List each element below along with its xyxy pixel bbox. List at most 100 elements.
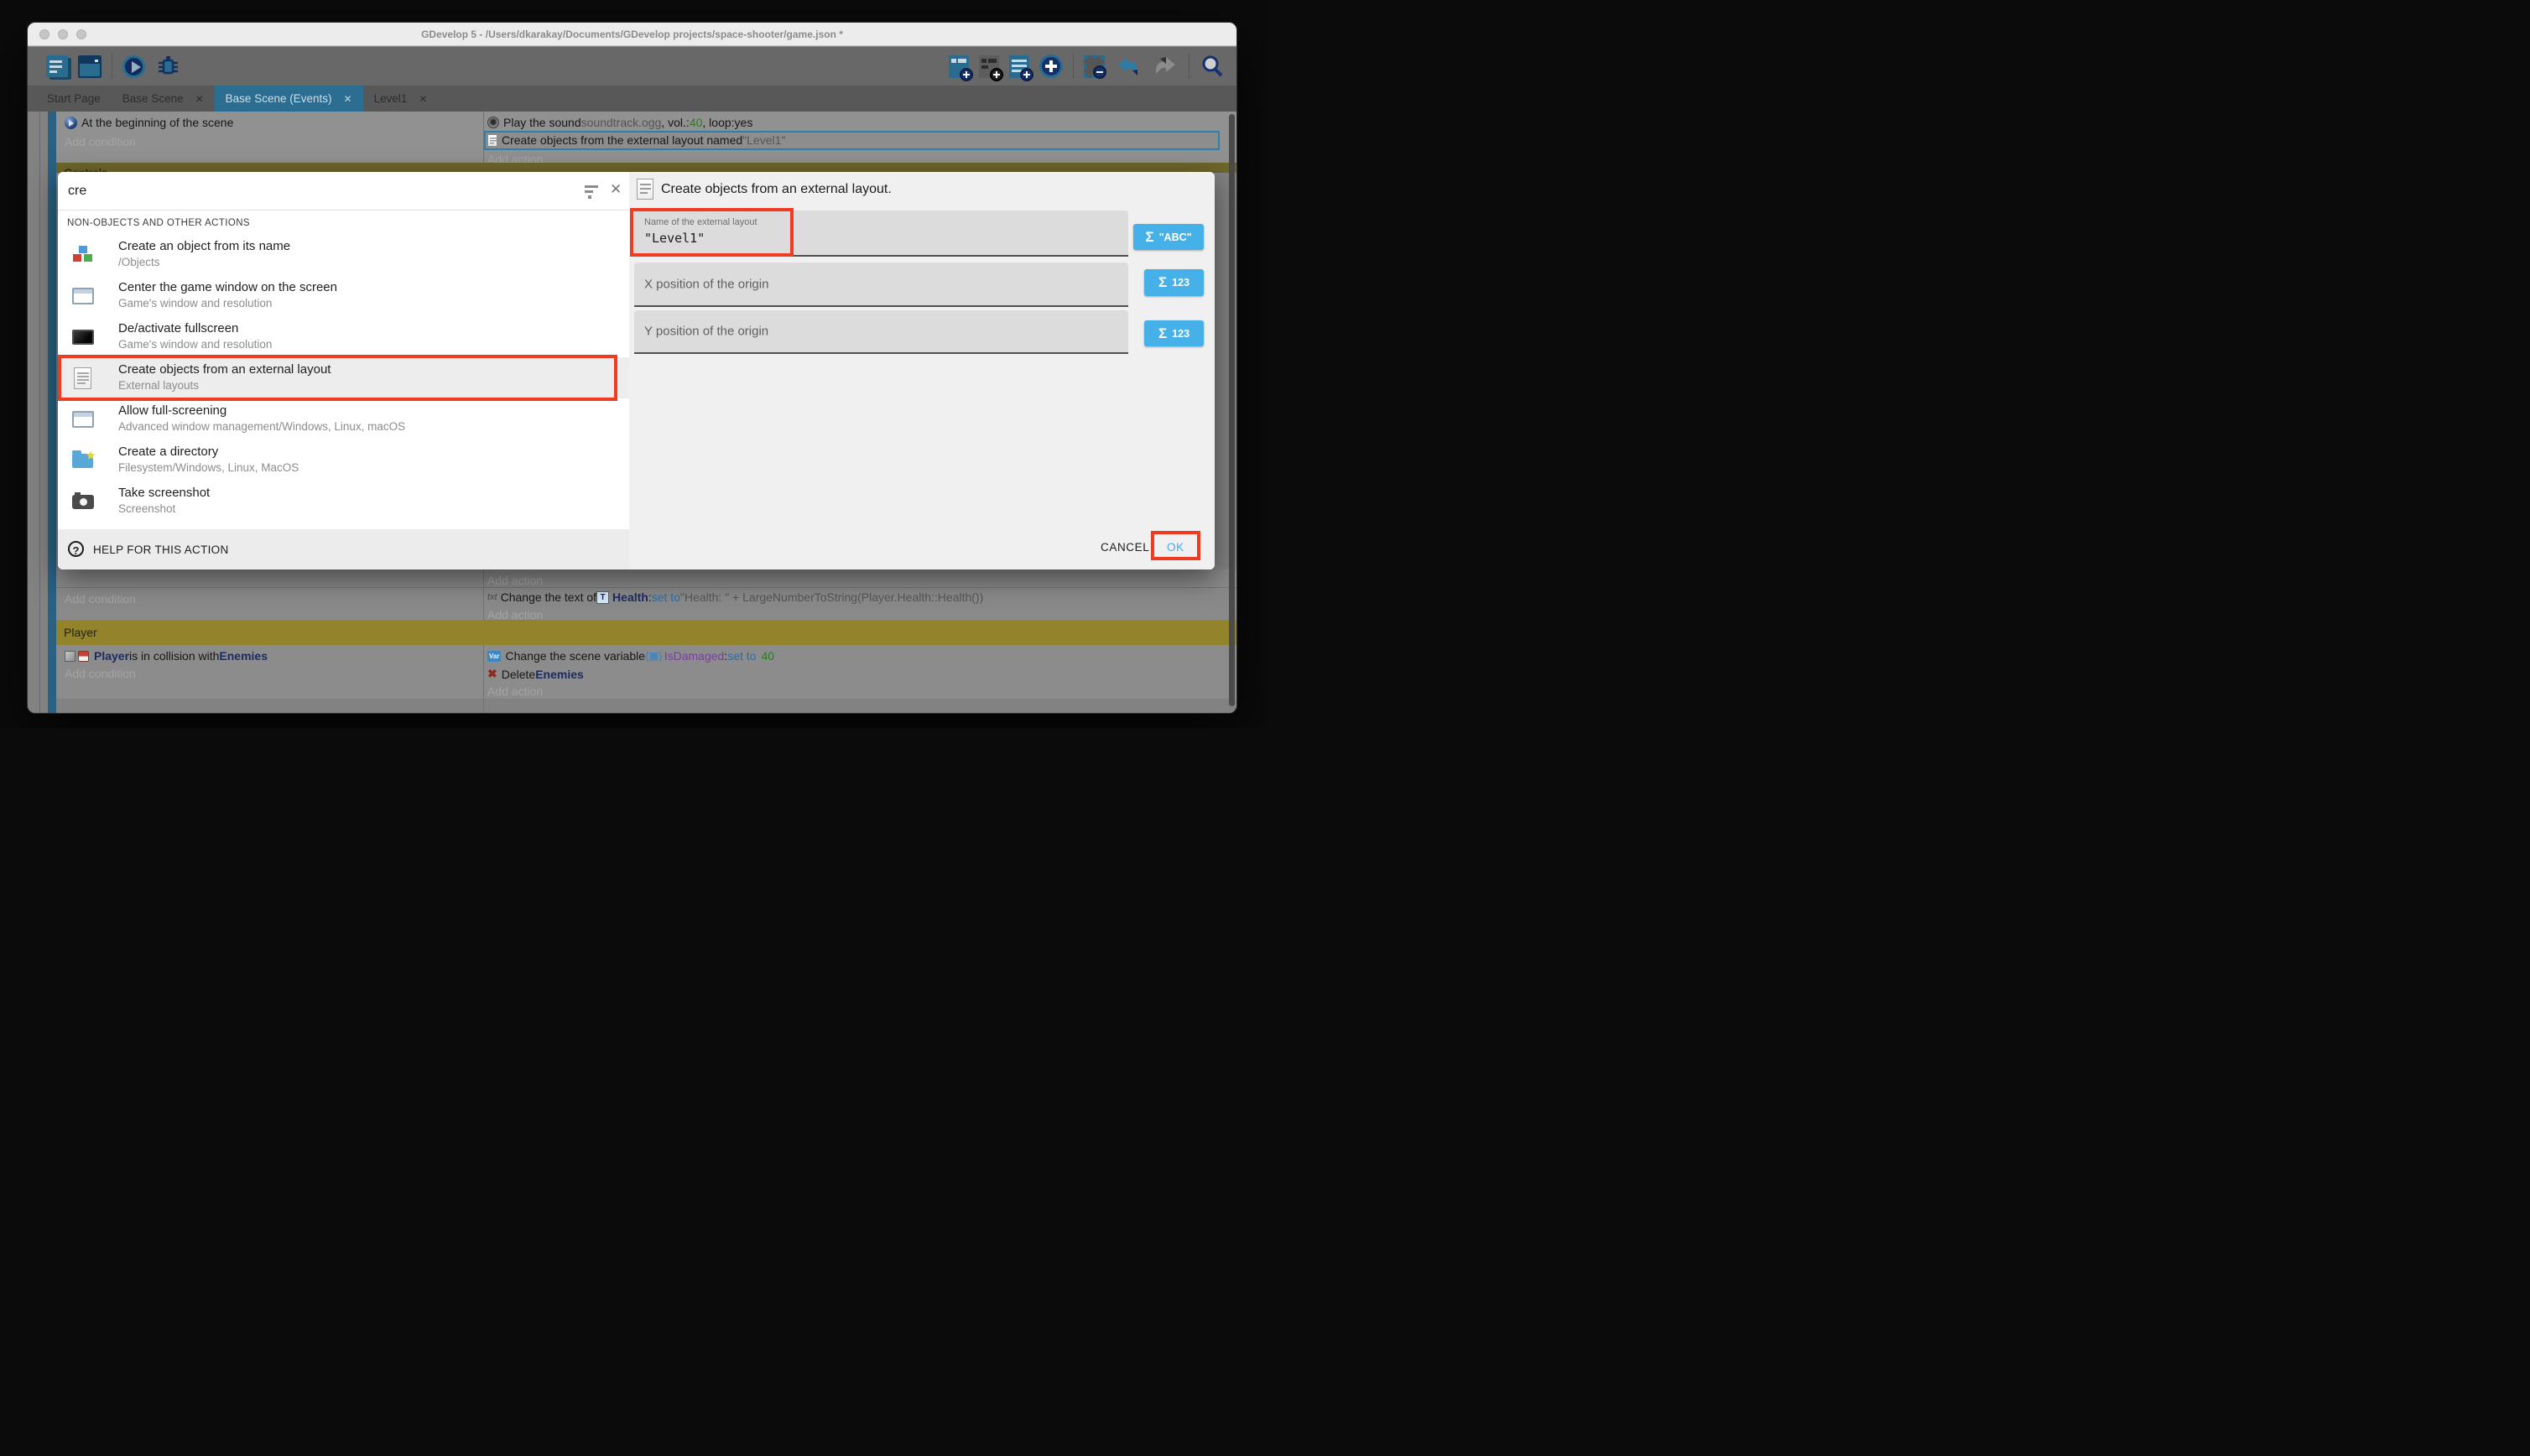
annotation-box-selected-action (58, 355, 617, 401)
condition-text: At the beginning of the scene (81, 116, 233, 129)
tab-label: Base Scene (Events) (226, 92, 332, 105)
close-tab-icon[interactable]: ✕ (419, 93, 427, 105)
toolbar (28, 47, 1236, 86)
action-row-play-sound[interactable]: Play the sound soundtrack.ogg, vol.: 40,… (487, 116, 752, 129)
app-window: GDevelop 5 - /Users/dkarakay/Documents/G… (27, 22, 1237, 714)
object-name: Enemies (535, 668, 584, 681)
add-other-event-icon[interactable] (1039, 55, 1063, 78)
help-icon: ? (68, 541, 84, 557)
undo-icon[interactable] (1115, 54, 1142, 79)
group-header-player[interactable]: Player (56, 620, 1236, 645)
expression-builder-123-button[interactable]: Σ 123 (1144, 269, 1204, 296)
action-item-title: Create an object from its name (118, 239, 290, 253)
cancel-button[interactable]: CANCEL (1101, 541, 1149, 554)
audio-icon (487, 117, 499, 128)
tab-start-page[interactable]: Start Page (36, 86, 112, 112)
action-item-create-object[interactable]: Create an object from its name /Objects (58, 234, 629, 275)
action-item-subtitle: /Objects (118, 256, 160, 268)
game-window-icon (71, 408, 95, 431)
action-item-create-directory[interactable]: ★ Create a directory Filesystem/Windows,… (58, 439, 629, 481)
action-item-center-window[interactable]: Center the game window on the screen Gam… (58, 275, 629, 316)
tab-label: Start Page (47, 92, 101, 105)
close-tab-icon[interactable]: ✕ (195, 93, 204, 105)
choose-action-dialog: ✕ NON-OBJECTS AND OTHER ACTIONS Create a… (58, 172, 1215, 569)
variable-name: IsDamaged (664, 649, 725, 663)
redo-icon[interactable] (1152, 54, 1179, 79)
add-action-label: Add action (487, 574, 543, 587)
search-icon[interactable] (1200, 54, 1225, 79)
delete-event-icon[interactable] (1084, 55, 1105, 78)
screen: GDevelop 5 - /Users/dkarakay/Documents/G… (0, 0, 1265, 728)
titlebar: GDevelop 5 - /Users/dkarakay/Documents/G… (28, 23, 1236, 46)
add-event-icon[interactable] (949, 55, 969, 78)
y-position-field[interactable]: Y position of the origin (634, 310, 1128, 354)
delete-icon: ✖ (487, 667, 497, 681)
parameters-title: Create objects from an external layout. (661, 182, 892, 197)
action-text: Create objects from the external layout … (502, 133, 742, 147)
project-manager-icon[interactable] (46, 55, 68, 77)
external-layout-icon (637, 179, 653, 200)
action-item-allow-fullscreen[interactable]: Allow full-screening Advanced window man… (58, 398, 629, 439)
filter-icon[interactable] (585, 184, 600, 199)
action-row-change-variable[interactable]: Var Change the scene variable {▣} IsDama… (487, 649, 774, 663)
scene-editor-icon[interactable] (78, 55, 102, 78)
action-item-title: Center the game window on the screen (118, 280, 337, 294)
condition-row[interactable]: At the beginning of the scene (65, 116, 233, 129)
close-icon[interactable]: ✕ (610, 181, 622, 198)
game-window-icon (71, 284, 95, 308)
action-row-delete[interactable]: ✖ Delete Enemies (487, 667, 584, 681)
tab-base-scene[interactable]: Base Scene ✕ (112, 86, 215, 112)
object-name: Player (94, 649, 129, 663)
tab-base-scene-events[interactable]: Base Scene (Events) ✕ (215, 86, 363, 112)
action-item-subtitle: Filesystem/Windows, Linux, MacOS (118, 461, 299, 474)
close-tab-icon[interactable]: ✕ (344, 93, 352, 105)
action-text: Play the sound (503, 116, 581, 129)
annotation-box-name-field (630, 208, 794, 257)
sigma-icon: Σ (1158, 274, 1167, 291)
expression-builder-abc-button[interactable]: Σ "ABC" (1133, 224, 1204, 250)
action-row-change-text[interactable]: txt Change the text of T Health: set to … (487, 590, 983, 604)
add-action-button[interactable]: Add action (487, 574, 543, 587)
action-item-take-screenshot[interactable]: Take screenshot Screenshot (58, 481, 629, 522)
expression-builder-123-button[interactable]: Σ 123 (1144, 320, 1204, 346)
event-indent-bar (48, 112, 56, 713)
add-condition-label: Add condition (65, 667, 136, 680)
field-placeholder: X position of the origin (644, 277, 768, 291)
action-item-subtitle: Screenshot (118, 502, 175, 515)
object-name: Enemies (219, 649, 268, 663)
add-subevent-icon[interactable] (979, 55, 999, 78)
action-text: Change the text of (501, 590, 596, 604)
field-placeholder: Y position of the origin (644, 325, 768, 339)
add-condition-button[interactable]: Add condition (65, 667, 136, 680)
search-bar: ✕ (58, 172, 629, 211)
row-separator (56, 587, 1236, 588)
play-icon[interactable] (122, 55, 145, 78)
action-text: , vol.: (661, 116, 689, 129)
tab-label: Base Scene (122, 92, 184, 105)
action-item-title: Create a directory (118, 445, 218, 459)
sprite-object-icon (78, 651, 89, 662)
sigma-icon: Σ (1158, 325, 1167, 342)
add-comment-icon[interactable] (1009, 55, 1029, 78)
annotation-box-ok-button (1151, 531, 1200, 560)
text-object-icon: T (596, 591, 609, 604)
debug-icon[interactable] (155, 54, 180, 79)
action-text: Change the scene variable (505, 649, 645, 663)
tab-level1[interactable]: Level1 ✕ (363, 86, 439, 112)
help-link[interactable]: HELP FOR THIS ACTION (93, 543, 229, 556)
expression-button-label: 123 (1172, 277, 1190, 289)
add-condition-button[interactable]: Add condition (65, 592, 136, 606)
condition-row-collision[interactable]: Player is in collision with Enemies (65, 649, 268, 663)
x-position-field[interactable]: X position of the origin (634, 263, 1128, 307)
text-action-icon: txt (487, 592, 497, 602)
action-search-input[interactable] (66, 179, 553, 204)
condition-text: is in collision with (129, 649, 219, 663)
action-row-create-objects[interactable]: Create objects from the external layout … (487, 133, 785, 147)
action-item-fullscreen[interactable]: De/activate fullscreen Game's window and… (58, 316, 629, 357)
add-condition-button[interactable]: Add condition (65, 135, 136, 148)
add-action-label: Add action (487, 684, 543, 698)
folder-create-icon: ★ (71, 449, 95, 472)
add-action-button[interactable]: Add action (487, 684, 543, 698)
scrollbar[interactable] (1229, 114, 1235, 706)
star-icon: ★ (86, 448, 96, 463)
